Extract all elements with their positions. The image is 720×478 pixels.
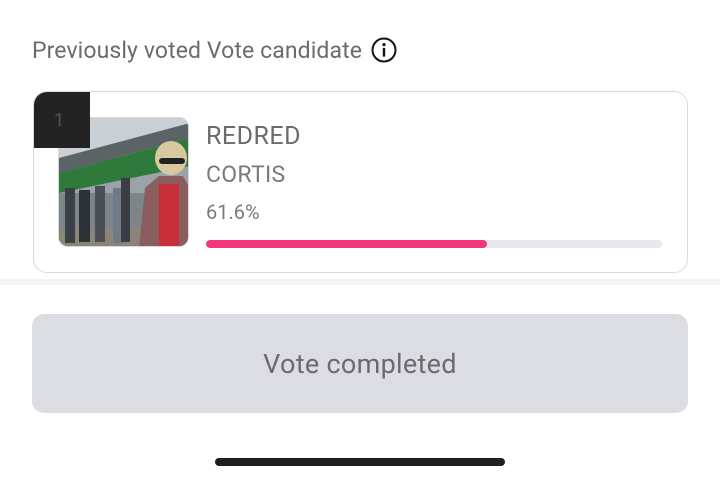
- song-title: REDRED: [206, 122, 302, 151]
- home-indicator: [215, 458, 505, 466]
- artist-name: CORTIS: [206, 161, 286, 188]
- vote-percentage: 61.6%: [206, 200, 260, 224]
- vote-progress-fill: [206, 240, 487, 248]
- rank-badge: 1: [34, 92, 90, 148]
- vote-result-screen: Previously voted Vote candidate 1 REDRED…: [0, 0, 720, 478]
- vote-progress-bar: [206, 240, 662, 248]
- vote-completed-button[interactable]: Vote completed: [32, 314, 688, 413]
- info-icon[interactable]: [370, 36, 398, 64]
- section-divider: [0, 279, 720, 285]
- section-title: Previously voted Vote candidate: [32, 36, 362, 64]
- section-header: Previously voted Vote candidate: [32, 36, 398, 64]
